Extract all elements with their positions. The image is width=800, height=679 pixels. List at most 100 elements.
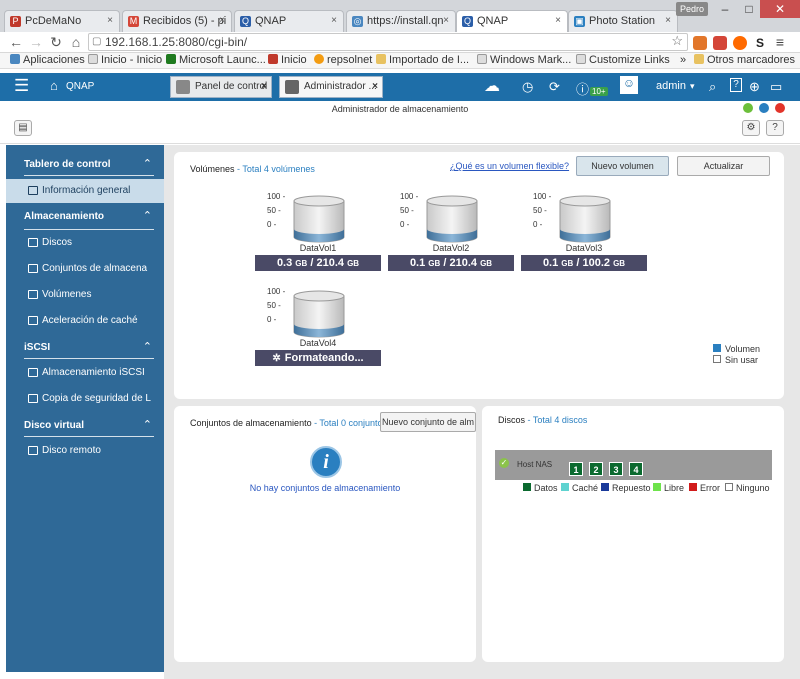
minimize-window-icon[interactable] xyxy=(743,103,753,113)
sidebar-item-volumenes[interactable]: Volúmenes xyxy=(6,283,164,307)
star-icon[interactable]: ☆ xyxy=(671,33,683,49)
extension-ring-icon[interactable] xyxy=(733,36,747,50)
admin-menu[interactable]: admin xyxy=(656,80,686,92)
close-tab-icon[interactable]: × xyxy=(331,15,337,26)
bookmark-item[interactable]: Inicio - Inicio xyxy=(88,54,162,66)
bookmark-item[interactable]: Microsoft Launc... xyxy=(166,54,266,66)
sidebar-item-disco-remoto[interactable]: Disco remoto xyxy=(6,439,164,463)
bookmarks-bar: Aplicaciones Inicio - Inicio Microsoft L… xyxy=(0,53,800,69)
extension-puzzle-icon[interactable] xyxy=(693,36,707,50)
browser-tab[interactable]: M Recibidos (5) - pi × xyxy=(122,10,232,32)
tab-label: Photo Station xyxy=(589,15,656,27)
home-icon[interactable]: ⌂ xyxy=(50,78,58,93)
cloud-icon[interactable]: ☁ xyxy=(484,76,500,96)
avatar[interactable]: ☺ xyxy=(620,76,638,94)
sidebar-item-cache[interactable]: Aceleración de caché xyxy=(6,309,164,333)
refresh-button[interactable]: Actualizar xyxy=(677,156,770,176)
legend-swatch xyxy=(601,483,609,491)
sidebar-item-almacenamiento-iscsi[interactable]: Almacenamiento iSCSI xyxy=(6,361,164,385)
help-icon[interactable]: ? xyxy=(766,120,784,136)
volume-card[interactable]: 100 - 50 - 0 - DataVol1 0.3 GB / 210.4 GB xyxy=(255,192,381,282)
sidebar-item-informacion-general[interactable]: Información general xyxy=(6,179,164,203)
close-tab-icon[interactable]: × xyxy=(107,15,113,26)
new-storage-pool-button[interactable]: Nuevo conjunto de alm xyxy=(380,412,476,432)
browser-tab-active[interactable]: Q QNAP × xyxy=(456,10,568,32)
volume-cylinder-icon xyxy=(293,290,345,338)
volume-card[interactable]: 100 - 50 - 0 - DataVol2 0.1 GB / 210.4 GB xyxy=(388,192,514,282)
close-tab-icon[interactable]: × xyxy=(555,15,561,26)
disk-slot[interactable]: 1 xyxy=(569,462,583,476)
back-icon[interactable]: ← xyxy=(8,34,24,50)
bookmark-item[interactable]: Customize Links xyxy=(576,54,670,66)
sidebar-item-copia-seguridad[interactable]: Copia de seguridad de L xyxy=(6,387,164,411)
info-icon[interactable]: ⓘ xyxy=(576,79,589,98)
axis-tick: 50 - xyxy=(400,206,414,215)
menu-icon[interactable]: ≡ xyxy=(773,35,787,50)
chevron-up-icon[interactable]: ⌃ xyxy=(143,157,152,170)
chevron-down-icon[interactable]: ▾ xyxy=(690,81,695,92)
legend-volumen: Volumen xyxy=(713,344,760,355)
settings-gear-icon[interactable]: ⚙ xyxy=(742,120,760,136)
profile-badge[interactable]: Pedro xyxy=(676,2,708,16)
home-icon[interactable]: ⌂ xyxy=(68,34,84,50)
bookmark-apps[interactable]: Aplicaciones xyxy=(10,54,85,66)
minimize-icon[interactable]: – xyxy=(712,0,738,18)
browser-tab-strip: P PcDeMaNo × M Recibidos (5) - pi × Q QNAP × ◎… xyxy=(0,0,800,32)
disk-slot[interactable]: 2 xyxy=(589,462,603,476)
browser-tab[interactable]: Q QNAP × xyxy=(234,10,344,32)
volume-card[interactable]: 100 - 50 - 0 - DataVol3 0.1 GB / 100.2 GB xyxy=(521,192,647,282)
new-volume-button[interactable]: Nuevo volumen xyxy=(576,156,669,176)
sidebar-section-iscsi[interactable]: iSCSI ⌃ xyxy=(6,336,164,360)
bookmark-item[interactable]: Windows Mark... xyxy=(477,54,571,66)
chevron-up-icon[interactable]: ⌃ xyxy=(143,340,152,353)
maximize-window-icon[interactable] xyxy=(759,103,769,113)
reload-icon[interactable]: ↻ xyxy=(48,34,64,51)
disks-panel-header: Discos - Total 4 discos xyxy=(498,415,587,425)
sidebar-section-tablero[interactable]: Tablero de control ⌃ xyxy=(6,153,164,177)
clock-icon[interactable]: ◷ xyxy=(522,79,533,95)
chevron-up-icon[interactable]: ⌃ xyxy=(143,209,152,222)
display-icon[interactable]: ▭ xyxy=(770,79,782,95)
close-window-icon[interactable]: ✕ xyxy=(760,0,800,18)
close-tab-icon[interactable]: × xyxy=(261,81,267,92)
volume-card[interactable]: 100 - 50 - 0 - DataVol4 ✲ Formateando... xyxy=(255,287,381,377)
url-input[interactable]: ▢ 192.168.1.25:8080/cgi-bin/ ☆ xyxy=(88,33,688,51)
tab-label: https://install.qn xyxy=(367,15,444,27)
extension-s-icon[interactable]: S xyxy=(753,36,767,50)
bookmarks-overflow[interactable]: » xyxy=(680,54,686,66)
flexible-volume-help-link[interactable]: ¿Qué es un volumen flexible? xyxy=(450,161,569,171)
sidebar-item-discos[interactable]: Discos xyxy=(6,231,164,255)
tab-administrador[interactable]: Administrador ... × xyxy=(279,76,383,98)
browser-tab[interactable]: ◎ https://install.qn × xyxy=(346,10,456,32)
close-tab-icon[interactable]: × xyxy=(443,15,449,26)
forward-icon[interactable]: → xyxy=(28,34,44,50)
bookmark-folder-other[interactable]: Otros marcadores xyxy=(694,54,795,66)
bookmark-item[interactable]: repsolnet xyxy=(314,54,372,66)
globe-icon[interactable]: ⊕ xyxy=(749,79,760,95)
close-tab-icon[interactable]: × xyxy=(665,15,671,26)
sync-icon[interactable]: ⟳ xyxy=(549,79,560,95)
gmail-extension-icon[interactable] xyxy=(713,36,727,50)
maximize-icon[interactable]: □ xyxy=(736,0,762,18)
tab-panel-de-control[interactable]: Panel de control × xyxy=(170,76,272,98)
close-window-icon[interactable] xyxy=(775,103,785,113)
volume-capacity-bar: 0.3 GB / 210.4 GB xyxy=(255,255,381,271)
bookmark-item[interactable]: Inicio xyxy=(268,54,307,66)
sidebar-toggle-icon[interactable]: ▤ xyxy=(14,120,32,136)
help-icon[interactable]: ? xyxy=(730,78,742,92)
close-tab-icon[interactable]: × xyxy=(372,81,378,92)
chevron-up-icon[interactable]: ⌃ xyxy=(143,418,152,431)
sidebar-section-almacenamiento[interactable]: Almacenamiento ⌃ xyxy=(6,205,164,229)
hamburger-menu-icon[interactable]: ☰ xyxy=(14,76,29,96)
bookmark-folder[interactable]: Importado de I... xyxy=(376,54,469,66)
disk-slot[interactable]: 3 xyxy=(609,462,623,476)
disk-slot[interactable]: 4 xyxy=(629,462,643,476)
close-tab-icon[interactable]: × xyxy=(219,15,225,26)
sidebar-section-disco-virtual[interactable]: Disco virtual ⌃ xyxy=(6,414,164,438)
sidebar-item-conjuntos[interactable]: Conjuntos de almacena xyxy=(6,257,164,281)
browser-tab[interactable]: ▣ Photo Station × xyxy=(568,10,678,32)
browser-tab[interactable]: P PcDeMaNo × xyxy=(4,10,120,32)
control-panel-icon xyxy=(176,80,190,94)
window-title: Administrador de almacenamiento xyxy=(331,104,469,114)
search-icon[interactable]: ⌕ xyxy=(709,79,716,95)
